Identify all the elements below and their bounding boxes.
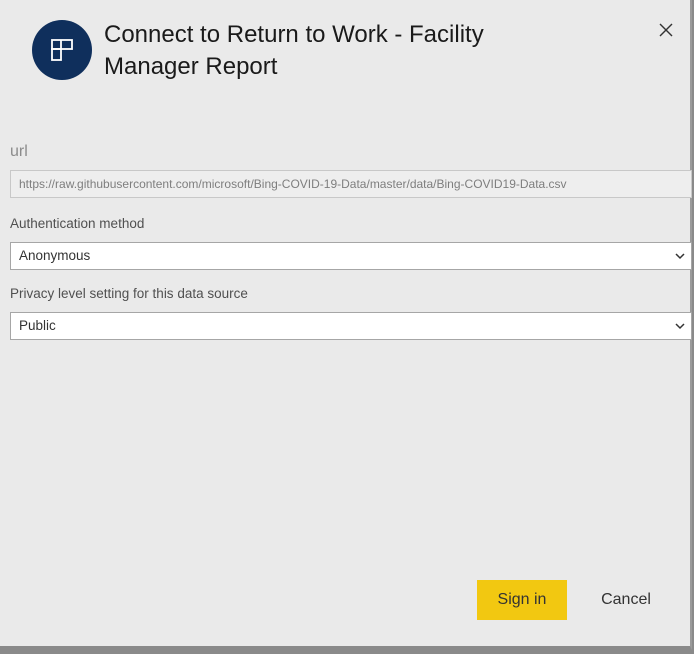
chevron-down-icon	[675, 323, 685, 330]
url-label: url	[10, 143, 28, 160]
privacy-level-label: Privacy level setting for this data sour…	[10, 286, 248, 301]
privacy-level-select[interactable]: Public	[10, 312, 692, 340]
authentication-method-value: Anonymous	[19, 248, 91, 263]
authentication-method-label: Authentication method	[10, 216, 145, 231]
close-icon	[659, 23, 673, 37]
report-app-icon	[32, 20, 92, 80]
dialog-title: Connect to Return to Work - Facility Man…	[104, 21, 484, 80]
chevron-down-icon	[675, 253, 685, 260]
sign-in-button[interactable]: Sign in	[477, 580, 567, 620]
connect-dialog: Connect to Return to Work - Facility Man…	[0, 0, 692, 650]
close-button[interactable]	[656, 20, 676, 40]
privacy-level-value: Public	[19, 318, 56, 333]
authentication-method-select[interactable]: Anonymous	[10, 242, 692, 270]
cancel-button[interactable]: Cancel	[586, 580, 666, 620]
url-field: https://raw.githubusercontent.com/micros…	[10, 170, 692, 198]
